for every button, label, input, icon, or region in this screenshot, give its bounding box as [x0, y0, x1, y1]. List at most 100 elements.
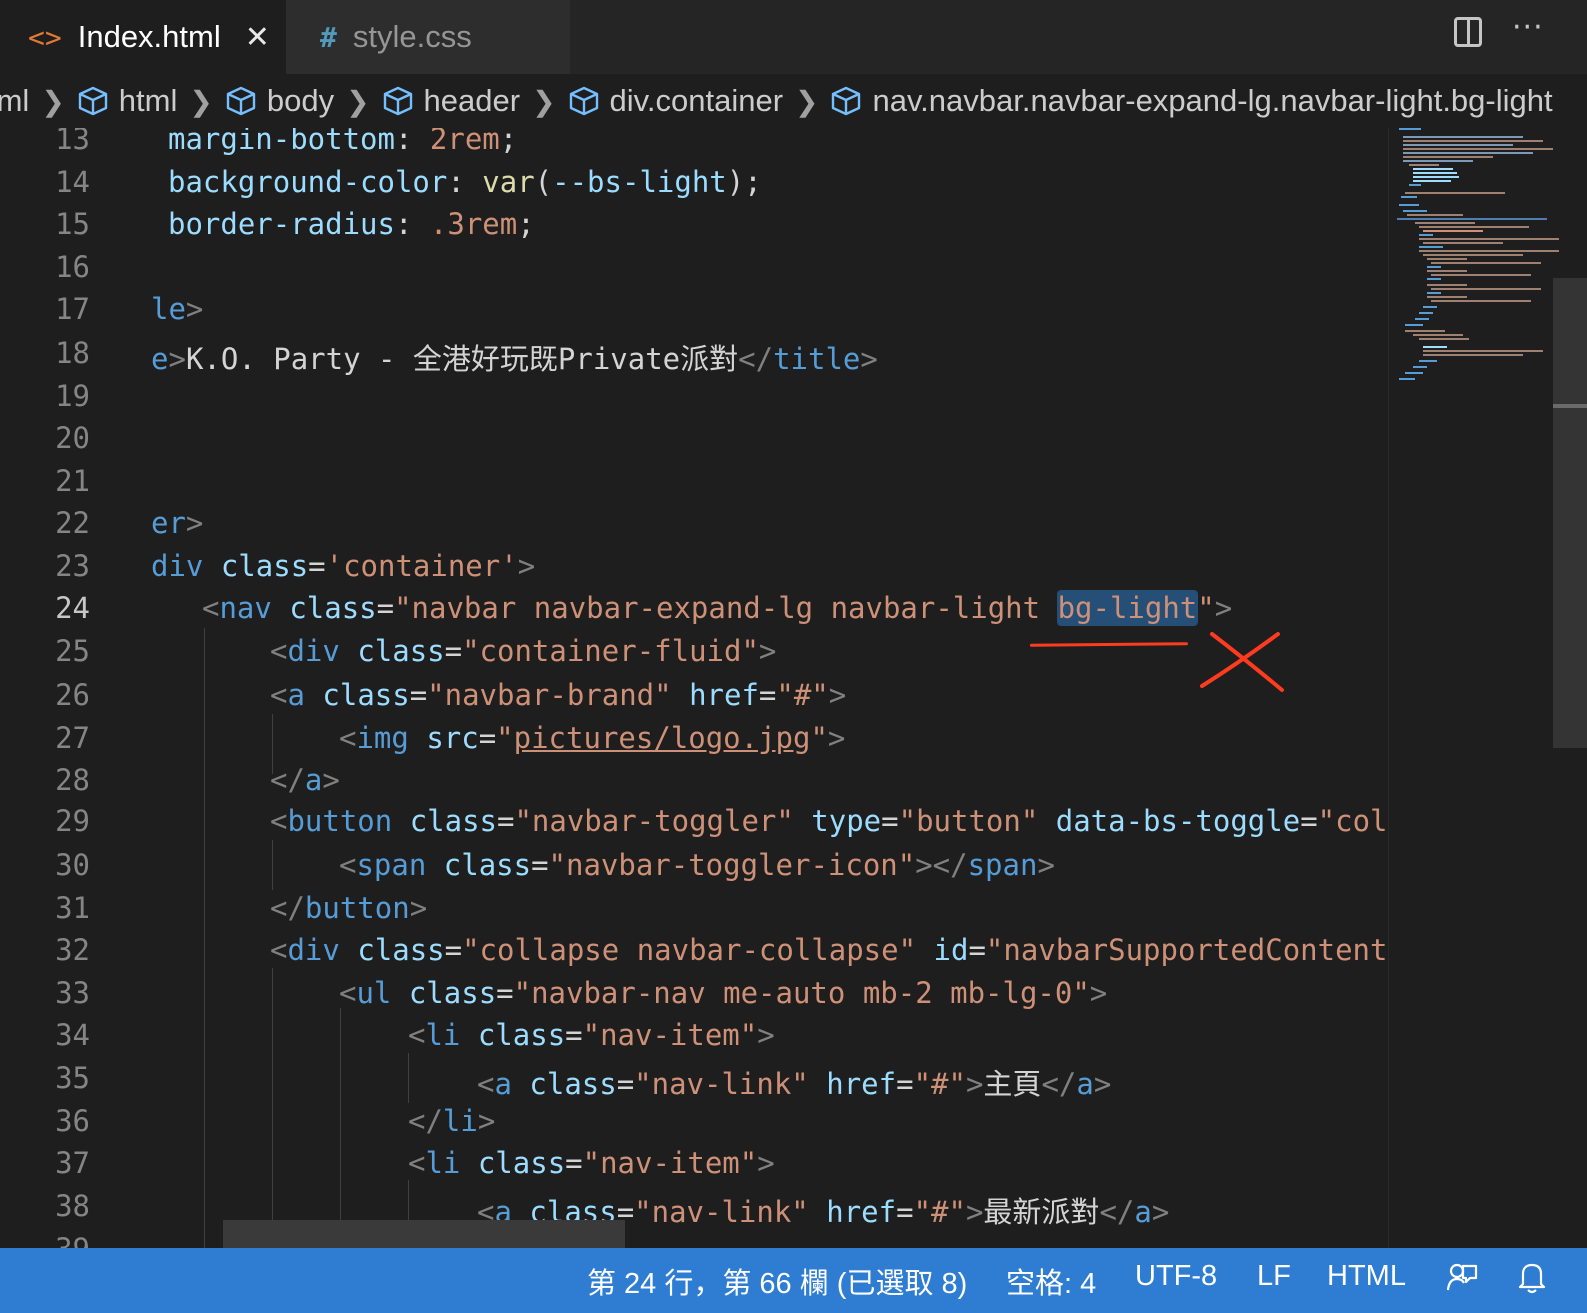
- eol-status[interactable]: LF: [1257, 1260, 1291, 1293]
- html-file-icon: <>: [28, 20, 62, 54]
- token: >: [827, 721, 846, 755]
- token: class: [339, 634, 445, 668]
- token: >: [965, 1195, 984, 1229]
- chevron-right-icon: ❯: [189, 85, 213, 117]
- minimap-line: [1419, 360, 1437, 362]
- token: ": [810, 721, 828, 755]
- token: =: [531, 848, 549, 882]
- token: margin-bottom: [168, 128, 395, 156]
- minimap-line: [1431, 262, 1541, 264]
- token: <: [339, 976, 357, 1010]
- cursor-position[interactable]: 第 24 行，第 66 欄 (已選取 8): [587, 1260, 967, 1302]
- code-line: 20: [0, 421, 1388, 464]
- selected-text[interactable]: bg-light: [1056, 590, 1199, 626]
- token: >: [1093, 1067, 1112, 1101]
- code-line: 23 div class='container'>: [0, 549, 1388, 592]
- tab-style-css[interactable]: # style.css: [286, 0, 570, 74]
- token: 'container': [325, 549, 518, 583]
- feedback-icon[interactable]: [1446, 1260, 1478, 1294]
- token: 最新派對: [983, 1195, 1100, 1229]
- line-number: 37: [55, 1146, 90, 1180]
- minimap-line: [1431, 274, 1531, 276]
- minimap-line: [1427, 258, 1467, 260]
- breadcrumb-item-nav[interactable]: nav.navbar.navbar-expand-lg.navbar-light…: [830, 83, 1553, 119]
- minimap-line: [1401, 196, 1417, 198]
- encoding-status[interactable]: UTF-8: [1135, 1260, 1217, 1293]
- token: --bs-light: [552, 165, 727, 199]
- minimap-line: [1423, 350, 1543, 352]
- token: "button": [898, 804, 1039, 838]
- token: button: [304, 891, 410, 925]
- line-number: 33: [55, 976, 90, 1010]
- token: img: [356, 721, 409, 755]
- indentation-status[interactable]: 空格: 4: [1006, 1260, 1096, 1302]
- token: "nav-item": [582, 1146, 758, 1180]
- token: ul: [356, 976, 392, 1010]
- token: >: [168, 342, 186, 376]
- token: a: [1076, 1067, 1094, 1101]
- minimap[interactable]: [1388, 128, 1587, 1248]
- close-icon[interactable]: ✕: [245, 20, 270, 55]
- breadcrumb-item-html[interactable]: html: [77, 83, 178, 119]
- language-mode[interactable]: HTML: [1327, 1260, 1406, 1293]
- minimap-line: [1399, 204, 1419, 206]
- code-line-active: 24 <nav class="navbar navbar-expand-lg n…: [0, 590, 1388, 634]
- code-line: 30 <span class="navbar-toggler-icon"></s…: [0, 848, 1388, 891]
- minimap-line: [1423, 230, 1483, 232]
- token: data-bs-toggle: [1038, 804, 1301, 838]
- token: title: [773, 342, 861, 376]
- token: a: [287, 678, 305, 712]
- token: </: [1041, 1067, 1077, 1101]
- file-link[interactable]: pictures/logo.jpg: [514, 721, 811, 755]
- line-number: 13: [55, 128, 90, 156]
- token: "navbarSupportedContent": [985, 933, 1388, 967]
- token: <: [339, 721, 357, 755]
- breadcrumb-item-body[interactable]: body: [225, 83, 334, 119]
- breadcrumb-item-file[interactable]: tml: [0, 83, 29, 119]
- token: =: [496, 976, 514, 1010]
- split-editor-icon[interactable]: [1454, 17, 1482, 47]
- more-actions-icon[interactable]: ···: [1512, 10, 1544, 45]
- token: "navbar-nav me-auto mb-2 mb-lg-0": [513, 976, 1090, 1010]
- line-number: 39: [0, 1232, 90, 1248]
- minimap-line: [1403, 144, 1513, 146]
- scrollbar-track[interactable]: [1553, 278, 1587, 748]
- token: >: [409, 891, 428, 925]
- code-editor[interactable]: 13 margin-bottom: 2rem; 14 background-co…: [0, 128, 1388, 1248]
- token: =: [409, 678, 428, 712]
- minimap-line: [1413, 168, 1453, 170]
- css-file-icon: #: [320, 20, 337, 54]
- line-number: 38: [55, 1189, 90, 1223]
- line-number: 27: [55, 721, 90, 755]
- code-line: 21: [0, 464, 1388, 507]
- token: span: [967, 848, 1038, 882]
- minimap-line: [1407, 214, 1463, 216]
- token: href: [671, 678, 759, 712]
- line-number: 22: [55, 506, 90, 540]
- chevron-right-icon: ❯: [532, 85, 556, 117]
- scrollbar-thumb[interactable]: [1553, 404, 1587, 408]
- token: =: [1300, 804, 1318, 838]
- code-line: 28 </a>: [0, 763, 1388, 806]
- token: =: [565, 1146, 583, 1180]
- code-line: 17 le>: [0, 292, 1388, 335]
- minimap-line: [1427, 266, 1441, 268]
- token: </: [1099, 1195, 1135, 1229]
- token: );: [726, 165, 762, 199]
- token: >: [757, 1146, 775, 1180]
- breadcrumb-item-div-container[interactable]: div.container: [568, 83, 783, 119]
- token: li: [442, 1104, 478, 1138]
- minimap-line: [1413, 334, 1463, 336]
- token: >: [1037, 848, 1055, 882]
- minimap-line: [1419, 234, 1433, 236]
- token: "#": [913, 1067, 966, 1101]
- minimap-line: [1403, 148, 1553, 150]
- bell-icon[interactable]: [1517, 1260, 1547, 1294]
- line-number: 30: [55, 848, 90, 882]
- minimap-line: [1427, 270, 1467, 272]
- tab-index-html[interactable]: <> Index.html ✕: [0, 0, 286, 74]
- token: (: [534, 165, 553, 199]
- breadcrumb-label: html: [118, 83, 178, 118]
- breadcrumb-item-header[interactable]: header: [382, 83, 520, 119]
- token: a: [1134, 1195, 1152, 1229]
